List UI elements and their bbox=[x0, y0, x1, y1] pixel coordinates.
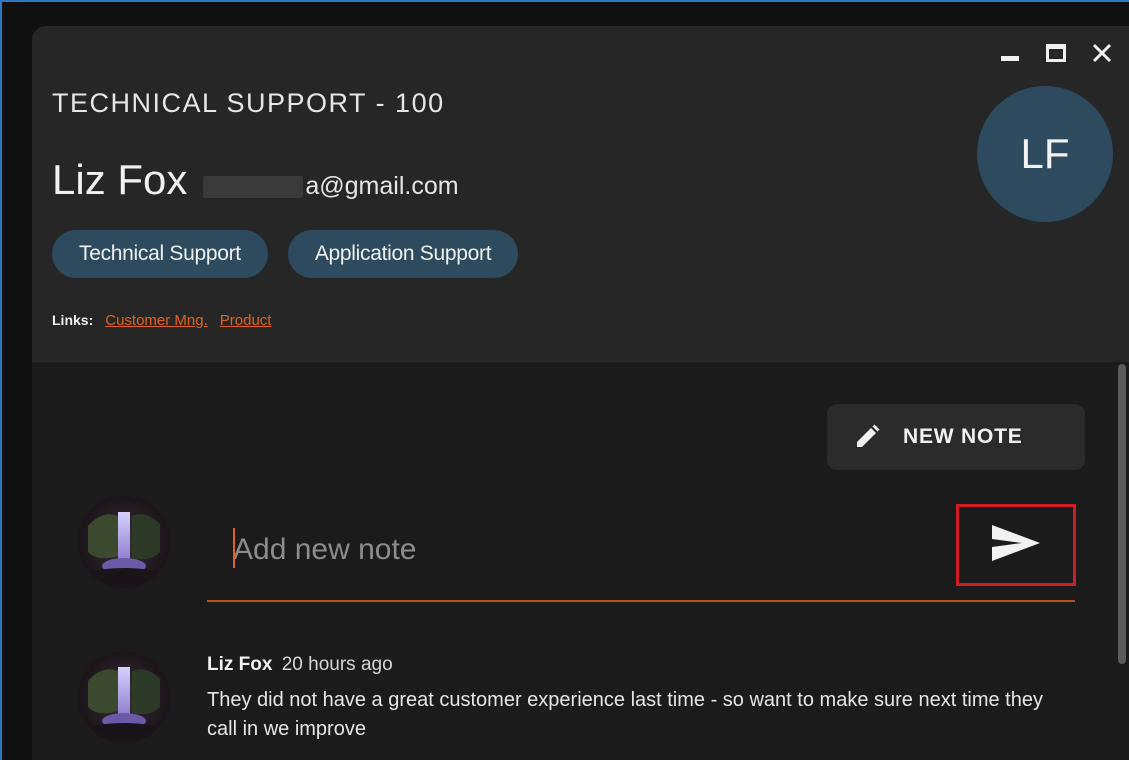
note-input-field[interactable] bbox=[207, 520, 1075, 602]
contact-name: Liz Fox bbox=[52, 156, 188, 203]
note-body: They did not have a great customer exper… bbox=[207, 689, 1043, 740]
contact-identity: Liz Fox a@gmail.com bbox=[52, 156, 459, 204]
note-meta: Liz Fox 20 hours ago bbox=[207, 654, 1087, 676]
link-product[interactable]: Product bbox=[220, 312, 272, 329]
note-timestamp: 20 hours ago bbox=[281, 654, 393, 675]
contact-header: TECHNICAL SUPPORT - 100 Liz Fox a@gmail.… bbox=[32, 26, 1129, 362]
contact-email-text: a@gmail.com bbox=[305, 172, 459, 200]
notes-scrollbar[interactable] bbox=[1118, 364, 1126, 664]
contact-avatar: LF bbox=[977, 86, 1113, 222]
tag-technical-support: Technical Support bbox=[52, 230, 268, 278]
desktop-frame: TECHNICAL SUPPORT - 100 Liz Fox a@gmail.… bbox=[0, 0, 1129, 760]
current-user-avatar bbox=[78, 496, 170, 588]
pencil-icon bbox=[851, 421, 883, 453]
note-input[interactable] bbox=[233, 528, 933, 572]
links-label: Links: bbox=[52, 312, 94, 328]
contact-tags: Technical Support Application Support bbox=[52, 230, 519, 278]
new-note-button[interactable]: NEW NOTE bbox=[827, 404, 1085, 470]
text-caret bbox=[233, 528, 235, 568]
maximize-icon[interactable] bbox=[1045, 42, 1067, 64]
links-row: Links: Customer Mng. Product bbox=[52, 312, 271, 329]
minimize-icon[interactable] bbox=[999, 42, 1021, 64]
note-author-avatar bbox=[78, 651, 170, 743]
queue-title: TECHNICAL SUPPORT - 100 bbox=[52, 88, 445, 118]
note-author: Liz Fox bbox=[207, 654, 273, 675]
send-icon bbox=[988, 523, 1044, 568]
contact-email: a@gmail.com bbox=[203, 172, 459, 201]
send-button[interactable] bbox=[956, 504, 1076, 586]
contact-panel-window: TECHNICAL SUPPORT - 100 Liz Fox a@gmail.… bbox=[32, 26, 1129, 760]
link-customer-mng[interactable]: Customer Mng. bbox=[105, 312, 208, 329]
tag-application-support: Application Support bbox=[287, 230, 519, 278]
close-icon[interactable] bbox=[1091, 42, 1113, 64]
new-note-label: NEW NOTE bbox=[903, 425, 1023, 448]
email-redaction bbox=[203, 175, 304, 198]
note-item: Liz Fox 20 hours ago They did not have a… bbox=[207, 654, 1087, 744]
window-controls bbox=[999, 42, 1113, 64]
